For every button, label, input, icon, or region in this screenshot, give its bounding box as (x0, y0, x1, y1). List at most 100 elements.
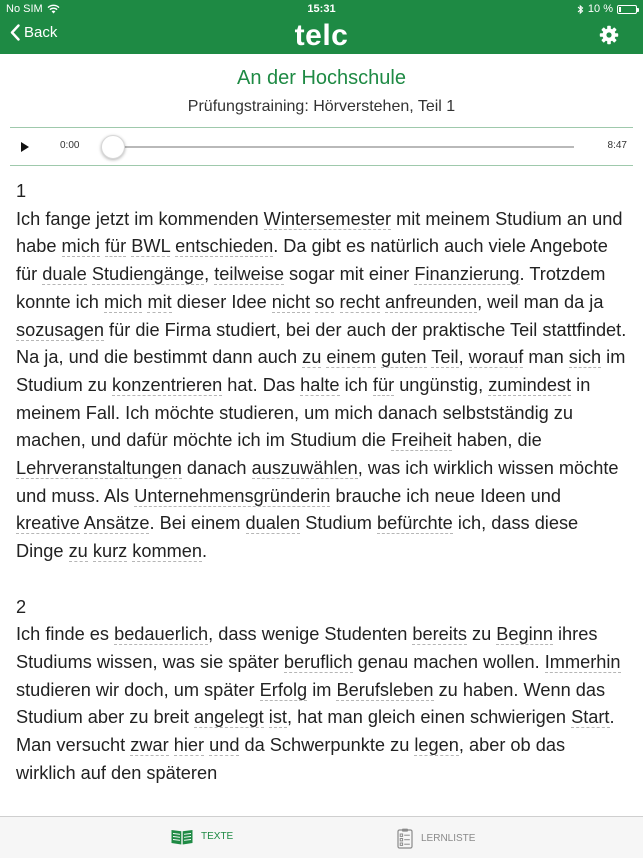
vocab-word[interactable]: angelegt (193, 707, 264, 729)
vocab-word[interactable]: BWL (131, 236, 171, 258)
vocab-word[interactable]: Ansätze (83, 513, 150, 535)
text-segment: , (204, 264, 215, 285)
vocab-word[interactable]: Erfolg (259, 679, 308, 701)
tab-lernliste-label: LERNLISTE (421, 833, 476, 844)
text-segment: , weil man da ja (477, 291, 604, 312)
battery-label: 10 % (587, 3, 613, 15)
bluetooth-icon (577, 4, 584, 14)
text-segment: Ich fange jetzt im kommenden (16, 208, 264, 229)
progress-track[interactable] (114, 146, 574, 148)
vocab-word[interactable]: zu (68, 541, 88, 563)
vocab-word[interactable]: legen (414, 735, 459, 757)
tab-texte[interactable]: TEXTE (171, 828, 233, 845)
vocab-word[interactable]: zu (302, 347, 322, 369)
vocab-word[interactable]: zwar (130, 735, 169, 757)
vocab-word[interactable]: nicht (271, 291, 311, 313)
text-segment: , hat man gleich einen schwierigen (286, 707, 572, 728)
text-segment: studieren wir doch, um später (16, 679, 260, 700)
status-right: 10 % (577, 3, 639, 15)
tab-bar: TEXTE LERNLISTE (0, 816, 643, 858)
text-segment (334, 292, 339, 312)
vocab-word[interactable]: Berufsleben (336, 679, 434, 701)
current-time: 0:00 (60, 140, 80, 151)
vocab-word[interactable]: ist (268, 707, 287, 729)
text-paragraph: 1 Ich fange jetzt im kommenden Winterseme… (16, 178, 628, 566)
vocab-word[interactable]: beruflich (283, 651, 353, 673)
text-segment: dieser Idee (171, 291, 272, 312)
book-icon (171, 830, 193, 845)
vocab-word[interactable]: duale (42, 264, 87, 286)
text-segment: , (458, 347, 469, 368)
vocab-word[interactable]: sich (568, 347, 602, 369)
vocab-word[interactable]: auszuwählen (251, 458, 358, 480)
text-segment: zu (466, 624, 497, 645)
vocab-word[interactable]: anfreunden (385, 291, 478, 313)
vocab-word[interactable]: Freiheit (391, 430, 452, 452)
text-segment: sogar mit einer (283, 264, 415, 285)
vocab-word[interactable]: teilweise (214, 264, 284, 286)
text-content[interactable]: 1 Ich fange jetzt im kommenden Winterseme… (16, 178, 628, 814)
text-segment (169, 735, 174, 755)
vocab-word[interactable]: guten (381, 347, 427, 369)
text-segment: , dass wenige Studenten (208, 624, 413, 645)
vocab-word[interactable]: kreative (16, 513, 80, 535)
text-segment: ich (339, 374, 373, 395)
vocab-word[interactable]: kommen (132, 541, 203, 563)
vocab-word[interactable]: Finanzierung (414, 264, 520, 286)
text-segment: . (202, 541, 208, 562)
vocab-word[interactable]: und (209, 735, 240, 757)
vocab-word[interactable]: zumindest (488, 374, 572, 396)
vocab-word[interactable]: worauf (468, 347, 524, 369)
gear-icon (599, 25, 619, 45)
text-segment: da Schwerpunkte zu (239, 735, 415, 756)
text-segment: hat. Das (222, 374, 301, 395)
audio-player: 0:00 8:47 (10, 127, 633, 166)
paragraph-text: Ich fange jetzt im kommenden Wintersemes… (16, 206, 628, 566)
status-time: 15:31 (307, 3, 336, 15)
vocab-word[interactable]: mich (61, 236, 100, 258)
vocab-word[interactable]: befürchte (376, 513, 453, 535)
vocab-word[interactable]: mich (103, 291, 143, 313)
nav-bar: Back telc (0, 18, 643, 54)
vocab-word[interactable]: sozusagen (16, 319, 104, 341)
vocab-word[interactable]: Unternehmensgründerin (134, 485, 331, 507)
settings-button[interactable] (599, 25, 619, 50)
vocab-word[interactable]: Teil (431, 347, 459, 369)
vocab-word[interactable]: einem (326, 347, 376, 369)
text-segment: danach (181, 458, 252, 479)
vocab-word[interactable]: halte (300, 374, 340, 396)
vocab-word[interactable]: Start (571, 707, 610, 729)
tab-lernliste[interactable]: LERNLISTE (397, 828, 475, 849)
play-icon (21, 142, 29, 152)
vocab-word[interactable]: Wintersemester (263, 208, 392, 230)
vocab-word[interactable]: bedauerlich (114, 624, 209, 646)
vocab-word[interactable]: so (315, 291, 335, 313)
text-segment: Ich finde es (16, 624, 115, 645)
app-title: telc (294, 19, 349, 52)
vocab-word[interactable]: hier (173, 735, 205, 757)
vocab-word[interactable]: Studiengänge (91, 264, 205, 286)
vocab-word[interactable]: Lehrveranstaltungen (16, 458, 182, 480)
progress-thumb[interactable] (101, 135, 125, 159)
vocab-word[interactable]: mit (147, 291, 172, 313)
text-segment: ungünstig, (394, 374, 489, 395)
vocab-word[interactable]: konzentrieren (112, 374, 223, 396)
text-segment: brauche ich neue Ideen und (330, 485, 561, 506)
paragraph-number: 2 (16, 596, 27, 617)
vocab-word[interactable]: bereits (412, 624, 467, 646)
play-button[interactable] (20, 140, 30, 158)
text-segment: . Bei einem (149, 513, 246, 534)
vocab-word[interactable]: recht (339, 291, 380, 313)
text-segment: Studium (300, 513, 377, 534)
paragraph-text: Ich finde es bedauerlich, dass wenige St… (16, 621, 628, 787)
vocab-word[interactable]: Immerhin (544, 651, 621, 673)
vocab-word[interactable]: entschieden (175, 236, 274, 258)
vocab-word[interactable]: dualen (245, 513, 301, 535)
text-segment: genau machen wollen. (352, 651, 545, 672)
vocab-word[interactable]: kurz (92, 541, 128, 563)
text-segment: haben, die (451, 430, 542, 451)
vocab-word[interactable]: für (372, 374, 395, 396)
vocab-word[interactable]: Beginn (496, 624, 553, 646)
vocab-word[interactable]: für (104, 236, 127, 258)
battery-icon (617, 4, 639, 14)
